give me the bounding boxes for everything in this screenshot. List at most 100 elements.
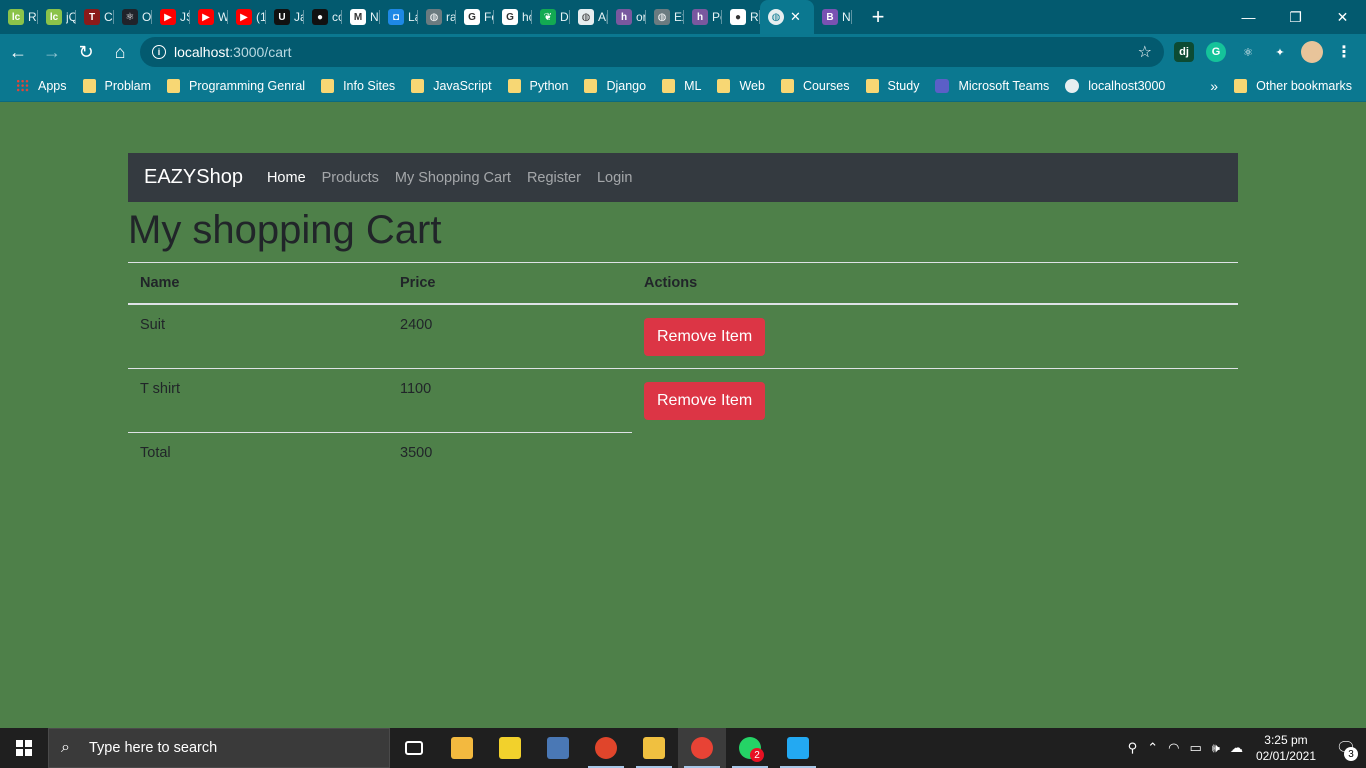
puzzle-icon[interactable]: ✦: [1270, 42, 1290, 62]
system-tray: ⚲ ⌃ ◠ ▭ 🕪 ☁ 3:25 pm 02/01/2021 🗨 3: [1123, 728, 1366, 768]
react-devtools-icon[interactable]: ⚛: [1238, 42, 1258, 62]
bookmark-microsoft-teams[interactable]: Microsoft Teams: [935, 78, 1050, 93]
nav-link-my-shopping-cart[interactable]: My Shopping Cart: [395, 170, 511, 186]
bookmark-problam[interactable]: Problam: [82, 78, 151, 93]
browser-tab[interactable]: T Cc: [76, 0, 114, 34]
taskbar-app-browser[interactable]: [582, 728, 630, 768]
taskbar-app-python-installer[interactable]: [534, 728, 582, 768]
battery-icon[interactable]: ▭: [1189, 740, 1201, 756]
bookmark-django[interactable]: Django: [584, 78, 646, 93]
browser-tab[interactable]: ◍ Ap: [570, 0, 608, 34]
start-button[interactable]: [0, 728, 48, 768]
bookmark-python[interactable]: Python: [507, 78, 569, 93]
browser-tab[interactable]: ▶ (1): [228, 0, 266, 34]
browser-tab[interactable]: ● Re: [722, 0, 760, 34]
show-hidden-icons-chevron-icon[interactable]: ⌃: [1147, 740, 1158, 756]
browser-tab[interactable]: ◘ La: [380, 0, 418, 34]
profile-avatar[interactable]: [1301, 41, 1323, 63]
remove-item-button[interactable]: Remove Item: [644, 318, 766, 356]
browser-tab[interactable]: lc Re: [0, 0, 38, 34]
taskbar-app-task-view[interactable]: [390, 728, 438, 768]
system-clock[interactable]: 3:25 pm 02/01/2021: [1256, 732, 1316, 764]
address-url[interactable]: localhost:3000/cart: [174, 44, 292, 60]
browser-tab[interactable]: ● co: [304, 0, 342, 34]
tab-title: Ja: [294, 10, 304, 24]
browser-tab[interactable]: ◍ ra: [418, 0, 456, 34]
minimize-icon[interactable]: —: [1225, 0, 1272, 34]
python-installer-icon: [547, 737, 569, 759]
nav-link-login[interactable]: Login: [597, 170, 632, 186]
browser-tab[interactable]: ▶ W: [190, 0, 228, 34]
close-tab-icon[interactable]: ✕: [790, 9, 801, 25]
taskbar-search-box[interactable]: ⌕ Type here to search: [48, 728, 390, 768]
bookmark-apps[interactable]: Apps: [16, 79, 67, 93]
cart-total-row: Total 3500: [128, 431, 1238, 473]
folder-icon: [1234, 78, 1248, 93]
grammarly-icon[interactable]: G: [1206, 42, 1226, 62]
bookmark-web[interactable]: Web: [717, 78, 765, 93]
udemy-icon: U: [274, 9, 290, 25]
taskbar-app-file-explorer[interactable]: [630, 728, 678, 768]
navbar-brand[interactable]: EAZYShop: [144, 166, 243, 189]
action-center-button[interactable]: 🗨 3: [1326, 728, 1366, 768]
browser-tab[interactable]: ▶ JS: [152, 0, 190, 34]
bookmark-study[interactable]: Study: [865, 78, 919, 93]
forward-arrow-icon[interactable]: →: [36, 36, 68, 68]
home-icon[interactable]: ⌂: [104, 36, 136, 68]
browser-tab[interactable]: B N:: [814, 0, 852, 34]
bookmark-javascript[interactable]: JavaScript: [411, 78, 492, 93]
django-icon[interactable]: dj: [1174, 42, 1194, 62]
browser-tab[interactable]: M Ne: [342, 0, 380, 34]
browser-tab[interactable]: ❦ Da: [532, 0, 570, 34]
cart-row: T shirt 1100 Remove Item: [128, 368, 1238, 432]
browser-tab[interactable]: lc jQ: [38, 0, 76, 34]
people-icon[interactable]: ⚲: [1128, 740, 1138, 756]
bookmark-ml[interactable]: ML: [662, 78, 701, 93]
folder-icon: [662, 78, 676, 93]
volume-icon[interactable]: 🕪: [1212, 740, 1220, 756]
close-window-icon[interactable]: ✕: [1319, 0, 1366, 34]
restore-icon[interactable]: ❐: [1272, 0, 1319, 34]
folder-icon: [584, 78, 598, 93]
browser-tab[interactable]: Gho: [494, 0, 532, 34]
browser-tab[interactable]: G Fo: [456, 0, 494, 34]
browser-tab[interactable]: U Ja: [266, 0, 304, 34]
bookmark-courses[interactable]: Courses: [780, 78, 850, 93]
nav-link-home[interactable]: Home: [267, 170, 306, 186]
bookmark-programming-genral[interactable]: Programming Genral: [167, 78, 305, 93]
taskbar-app-vscode[interactable]: [774, 728, 822, 768]
window-controls: — ❐ ✕: [1225, 0, 1366, 34]
tab-title: Pe: [712, 10, 722, 24]
taskbar-app-chrome[interactable]: [678, 728, 726, 768]
taskbar-app-whatsapp[interactable]: 2: [726, 728, 774, 768]
browser-tab[interactable]: ⚛ Oj: [114, 0, 152, 34]
tab-title: ra: [446, 10, 456, 24]
bookmark-label: Microsoft Teams: [958, 78, 1050, 93]
wifi-icon[interactable]: ◠: [1168, 740, 1179, 756]
tab-title: Oj: [142, 10, 152, 24]
bookmarks-overflow-icon[interactable]: »: [1210, 78, 1218, 94]
taskbar-app-store[interactable]: [438, 728, 486, 768]
onedrive-cloud-icon[interactable]: ☁: [1230, 740, 1243, 756]
browser-tab-active[interactable]: ◍ ✕: [760, 0, 814, 34]
back-arrow-icon[interactable]: ←: [2, 36, 34, 68]
nav-link-register[interactable]: Register: [527, 170, 581, 186]
taskbar-app-help[interactable]: [486, 728, 534, 768]
remove-item-button[interactable]: Remove Item: [644, 382, 766, 420]
heroku-icon: h: [692, 9, 708, 25]
site-info-icon[interactable]: i: [152, 45, 166, 59]
browser-tab[interactable]: h Pe: [684, 0, 722, 34]
browser-tab[interactable]: ◍ Ex: [646, 0, 684, 34]
other-bookmarks[interactable]: Other bookmarks: [1234, 78, 1352, 93]
new-tab-icon[interactable]: +: [866, 0, 890, 34]
bookmark-star-icon[interactable]: ☆: [1138, 42, 1152, 62]
folder-icon: [167, 78, 181, 93]
bookmark-localhost3000[interactable]: localhost3000: [1065, 78, 1165, 93]
menu-kebab-icon[interactable]: ⋮: [1334, 42, 1354, 62]
nav-link-products[interactable]: Products: [322, 170, 379, 186]
bookmark-info-sites[interactable]: Info Sites: [321, 78, 395, 93]
address-bar[interactable]: i localhost:3000/cart ☆: [140, 37, 1164, 67]
bookmark-label: Python: [529, 78, 569, 93]
reload-icon[interactable]: ↻: [70, 36, 102, 68]
browser-tab[interactable]: h or: [608, 0, 646, 34]
